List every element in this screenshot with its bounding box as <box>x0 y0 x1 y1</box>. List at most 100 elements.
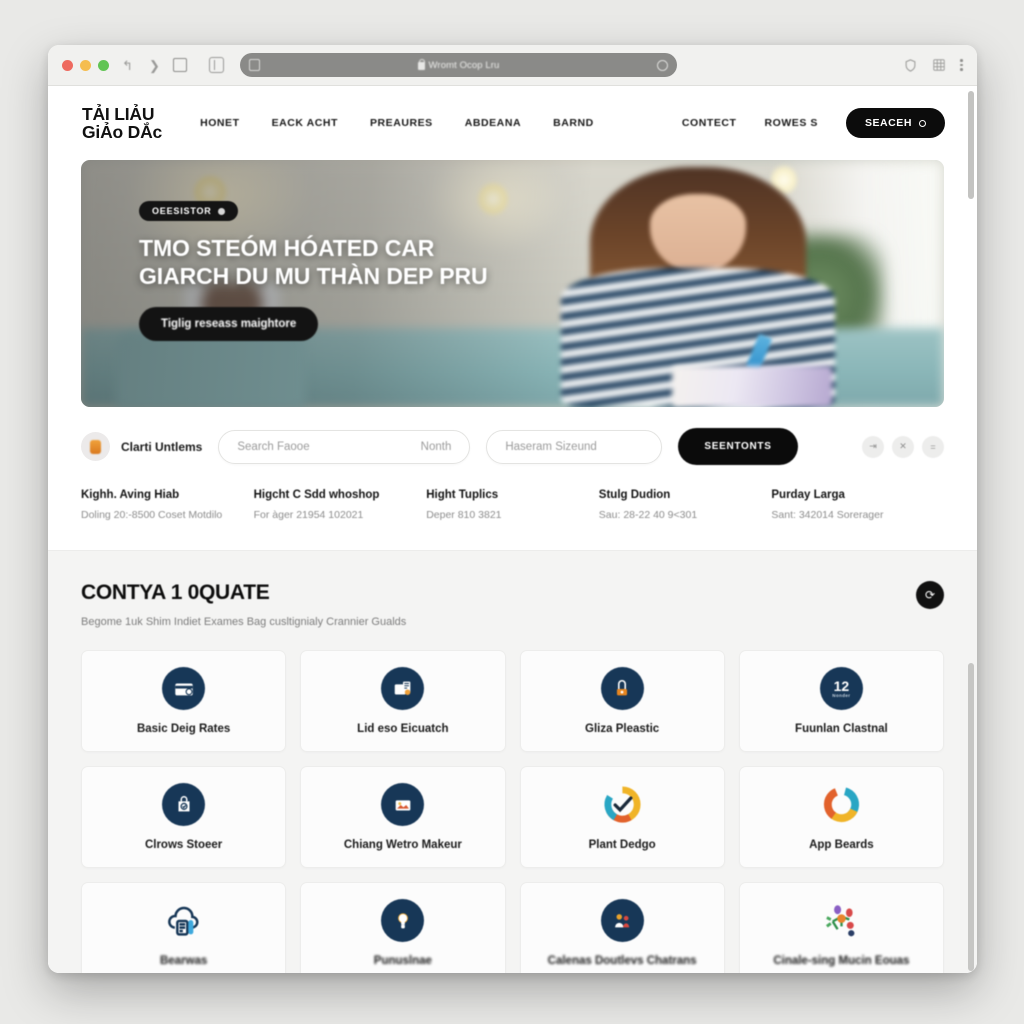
close-window-button[interactable] <box>62 59 73 71</box>
hero-title: TMO STEÓM HÓATED CAR GIARCH DU MU THÀN D… <box>139 234 488 290</box>
grid-extensions-icon[interactable] <box>932 58 946 72</box>
hero-cta-button[interactable]: Tiglig reseass maightore <box>139 307 319 341</box>
section-header: CONTYA 1 0QUATE Begome 1uk Shim Indiet E… <box>81 581 944 628</box>
category-card-label: App Beards <box>809 839 874 851</box>
category-card[interactable]: Gliza Pleastic <box>519 650 725 752</box>
stat-title: Higcht C Sdd whoshop <box>253 489 380 501</box>
chrome-right-actions <box>903 58 963 73</box>
list-icon[interactable]: = <box>922 435 944 458</box>
header-right-actions: CONTECT ROWES S SEACEH <box>682 108 945 138</box>
stat-subtitle: Deper 810 3821 <box>426 509 502 521</box>
filter-submit-button[interactable]: SEENTONTS <box>678 428 798 465</box>
search-input[interactable]: Search Faooe Nonth <box>218 429 471 464</box>
stat-subtitle: Sau: 28-22 40 9<301 <box>598 509 698 521</box>
header-search-button[interactable]: SEACEH <box>845 108 945 138</box>
search-input-placeholder: Search Faooe <box>237 440 310 453</box>
category-card[interactable]: Cinale-sing Mucin Eouas <box>738 882 944 973</box>
stat-title: Kighh. Aving Hiab <box>81 489 180 501</box>
category-card[interactable]: Plant Dedgo <box>519 766 725 868</box>
maximize-window-button[interactable] <box>98 59 109 71</box>
logo-line-2: GiẢo DẮc <box>82 122 163 142</box>
scrollbar-thumb-lower[interactable] <box>968 663 974 971</box>
stats-row: Kighh. Aving Hiab Doling 20:-8500 Coset … <box>81 489 944 521</box>
site-logo[interactable]: TẢI LIẢU GiẢo DẮc <box>82 105 162 141</box>
stat-title: Hight Tuplics <box>426 489 499 501</box>
hero-title-line-2: GIARCH DU MU THÀN DEP PRU <box>139 263 488 289</box>
refresh-icon[interactable]: ⟳ <box>916 581 944 609</box>
shuffle-icon[interactable]: ✕ <box>892 435 914 458</box>
main-navigation: HONET EACK ACHT PREAURES ABDEANA BARND <box>200 117 594 129</box>
credit-card-icon <box>162 667 206 710</box>
nav-contact-link[interactable]: CONTECT <box>682 117 737 129</box>
nav-reviews-link[interactable]: ROWES S <box>764 117 817 129</box>
nav-item-4[interactable]: BARND <box>553 117 594 129</box>
scrollbar-thumb-upper[interactable] <box>968 91 974 199</box>
window-controls[interactable] <box>62 59 109 71</box>
stat-item: Hight Tuplics Deper 810 3821 <box>426 489 599 521</box>
address-bar[interactable]: Wromt Ocop Lru <box>240 53 677 77</box>
category-card[interactable]: Bearwas <box>81 882 287 973</box>
category-card-label: Punuslnae <box>373 955 432 967</box>
category-card-label: Cinale-sing Mucin Eouas <box>773 955 910 967</box>
filter-icon[interactable]: ⇥ <box>862 435 884 458</box>
tab-square-icon[interactable] <box>173 58 187 72</box>
dot-icon <box>217 207 225 215</box>
brand-label: Clarti Untlems <box>121 439 203 454</box>
category-card[interactable]: Lid eso Eicuatch <box>300 650 506 752</box>
category-card[interactable]: Chiang Wetro Makeur <box>300 766 506 868</box>
minimize-window-button[interactable] <box>80 59 91 71</box>
categories-section: CONTYA 1 0QUATE Begome 1uk Shim Indiet E… <box>48 550 977 973</box>
magnifier-icon <box>919 119 926 127</box>
donut-check-icon <box>601 783 644 826</box>
nav-item-0[interactable]: HONET <box>200 117 240 129</box>
url-text: Wromt Ocop Lru <box>428 59 500 71</box>
image-photo-icon <box>381 783 425 826</box>
kebab-menu-icon[interactable] <box>960 58 963 72</box>
category-card-label: Bearwas <box>159 955 208 967</box>
lock-icon <box>417 58 426 70</box>
nav-item-1[interactable]: EACK ACHT <box>272 117 338 129</box>
logo-line-1: TẢI LIẢU <box>82 104 155 124</box>
number-badge-icon: 12 Nonder <box>819 667 863 710</box>
category-card[interactable]: Punuslnae <box>300 882 506 973</box>
category-card-label: Lid eso Eicuatch <box>357 723 449 735</box>
nav-item-3[interactable]: ABDEANA <box>465 117 521 129</box>
bookmark-avatar-icon <box>81 432 110 461</box>
category-card[interactable]: App Beards <box>738 766 944 868</box>
hero-title-line-1: TMO STEÓM HÓATED CAR <box>139 235 435 261</box>
brand-chip[interactable]: Clarti Untlems <box>81 432 202 461</box>
site-header: TẢI LIẢU GiẢo DẮc HONET EACK ACHT PREAUR… <box>48 86 977 160</box>
forward-chevron-icon[interactable]: ❯ <box>146 57 163 74</box>
nav-item-2[interactable]: PREAURES <box>370 117 433 129</box>
lock-shield-icon <box>600 667 644 710</box>
stat-item: Purday Larga Sant: 342014 Sorerager <box>771 489 944 521</box>
category-card-label: Calenas Doutlevs Chatrans <box>547 955 697 967</box>
category-card[interactable]: Calenas Doutlevs Chatrans <box>519 882 725 973</box>
category-card[interactable]: Basic Deig Rates <box>81 650 287 752</box>
stat-subtitle: Sant: 342014 Sorerager <box>771 509 884 521</box>
stat-item: Kighh. Aving Hiab Doling 20:-8500 Coset … <box>81 489 254 521</box>
category-card[interactable]: 12 Nonder Fuunlan Clastnal <box>738 650 944 752</box>
site-info-icon[interactable] <box>249 59 260 71</box>
back-arrow-icon[interactable]: ↰ <box>119 57 136 74</box>
shield-icon[interactable] <box>903 58 918 73</box>
filter-bar: Clarti Untlems Search Faooe Nonth Hasera… <box>81 428 944 465</box>
search-input-secondary: Nonth <box>420 440 452 453</box>
category-card-label: Chiang Wetro Makeur <box>343 839 462 851</box>
category-card-label: Clrows Stoeer <box>144 839 223 851</box>
badge-number: 12 <box>833 677 850 694</box>
document-certificate-icon <box>381 667 425 710</box>
browser-window: ↰ ❯ Wromt Ocop Lru TẢI LIẢU GiẢo DẮc HON… <box>48 45 977 973</box>
category-card[interactable]: Clrows Stoeer <box>81 766 287 868</box>
stat-subtitle: For àger 21954 102021 <box>253 509 364 521</box>
cloud-document-icon <box>162 899 205 942</box>
region-input-placeholder: Haseram Sizeund <box>505 440 597 453</box>
section-subtitle: Begome 1uk Shim Indiet Exames Bag cuslti… <box>81 616 407 628</box>
lightbulb-idea-icon <box>381 899 425 942</box>
category-card-label: Fuunlan Clastnal <box>795 723 888 735</box>
region-input[interactable]: Haseram Sizeund <box>486 429 663 464</box>
sidebar-panel-icon[interactable] <box>209 57 224 73</box>
stat-title: Purday Larga <box>771 489 845 501</box>
reload-icon[interactable] <box>657 59 668 71</box>
hero-badge: OEESISTOR <box>139 201 238 221</box>
